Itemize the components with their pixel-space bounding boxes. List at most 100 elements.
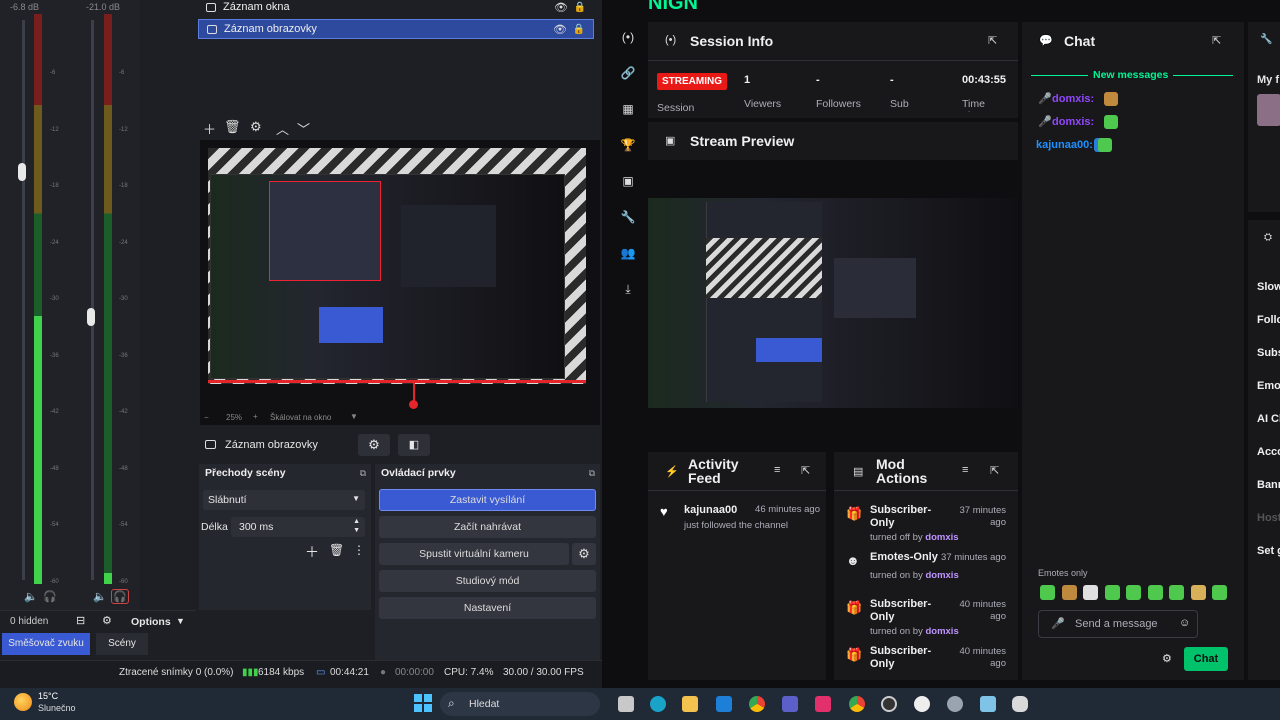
chevron-down-icon[interactable]: ▼ — [350, 412, 358, 421]
lock-icon[interactable]: 🔒 — [573, 24, 585, 35]
filter-icon[interactable]: ≡ — [962, 464, 968, 476]
add-source-icon[interactable]: ＋ — [203, 119, 216, 138]
taskbar-search[interactable]: ⌕ Hledat — [440, 692, 600, 716]
download-icon[interactable]: ⤓ — [620, 282, 636, 297]
mod-user[interactable]: domxis — [925, 626, 958, 637]
side-setting-label[interactable]: AI Cl — [1257, 413, 1280, 425]
display-icon[interactable] — [980, 696, 996, 712]
emote-icon[interactable] — [1190, 585, 1206, 600]
trophy-icon[interactable]: 🏆 — [620, 138, 636, 152]
emote-icon[interactable] — [1061, 585, 1077, 600]
transition-select[interactable]: Slábnutí ▼ — [203, 490, 365, 510]
edge-icon[interactable] — [650, 696, 666, 712]
speaker-icon[interactable]: 🔈 — [24, 590, 38, 603]
users-icon[interactable]: 👥 — [620, 246, 636, 260]
virtual-camera-gear-icon[interactable]: ⚙ — [572, 543, 596, 565]
popout-icon[interactable]: ⇱ — [801, 464, 810, 477]
zoom-out-icon[interactable]: − — [204, 413, 209, 422]
lock-icon[interactable]: 🔒 — [574, 2, 586, 13]
folder-icon[interactable] — [682, 696, 698, 712]
broadcast-icon[interactable]: (•) — [620, 30, 636, 44]
virtual-camera-button[interactable]: Spustit virtuální kameru — [379, 543, 569, 565]
eye-icon[interactable]: 👁 — [553, 23, 567, 36]
instagram-icon[interactable] — [815, 696, 831, 712]
spin-down-icon[interactable]: ▼ — [353, 527, 360, 534]
options-menu[interactable]: Options — [131, 616, 171, 628]
filters-icon[interactable]: ◧ — [398, 434, 430, 456]
zoom-in-icon[interactable]: + — [253, 412, 258, 421]
emote-icon[interactable] — [1169, 585, 1184, 600]
start-icon[interactable] — [414, 694, 432, 712]
studio-mode-button[interactable]: Studiový mód — [379, 570, 596, 592]
trash-icon[interactable]: 🗑 — [329, 543, 344, 557]
fader-thumb-left[interactable] — [18, 163, 26, 181]
spin-up-icon[interactable]: ▲ — [353, 518, 360, 525]
activity-user[interactable]: kajunaa00 — [684, 504, 737, 516]
duration-input[interactable]: 300 ms ▲ ▼ — [231, 517, 365, 537]
undock-icon[interactable]: ⧉ — [360, 468, 366, 479]
chat-username[interactable]: domxis: — [1052, 116, 1094, 128]
side-setting-label[interactable]: Follo — [1257, 314, 1280, 326]
settings-button[interactable]: Nastavení — [379, 597, 596, 619]
side-setting-label[interactable]: Bann — [1257, 479, 1280, 491]
link-icon[interactable]: 🔗 — [620, 66, 636, 80]
source-item[interactable]: Záznam okna 👁 🔒 — [198, 0, 594, 17]
more-icon[interactable]: ⋮ — [353, 543, 365, 557]
side-setting-label[interactable]: Emot — [1257, 380, 1280, 392]
chevron-down-icon[interactable]: ▼ — [176, 616, 185, 626]
emote-icon[interactable] — [1126, 585, 1141, 600]
emoji-icon[interactable]: ☺ — [1179, 617, 1190, 629]
trash-icon[interactable]: 🗑 — [224, 119, 241, 135]
chevron-up-icon[interactable]: ︿ — [276, 119, 289, 138]
send-chat-button[interactable]: Chat — [1184, 647, 1228, 671]
tab-scenes[interactable]: Scény — [96, 633, 148, 655]
properties-gear-icon[interactable]: ⚙ — [358, 434, 390, 456]
filter-icon[interactable]: ≡ — [774, 464, 780, 476]
monitor-off-icon[interactable]: 🎧 — [111, 589, 129, 604]
emote-icon[interactable] — [1083, 585, 1098, 600]
undock-icon[interactable]: ⧉ — [589, 468, 595, 479]
speaker-icon[interactable]: 🔈 — [93, 590, 107, 603]
source-item-selected[interactable]: Záznam obrazovky 👁 🔒 — [198, 19, 594, 39]
popout-icon[interactable]: ⇱ — [1212, 34, 1221, 47]
add-transition-icon[interactable]: ＋ — [305, 542, 319, 562]
chevron-down-icon[interactable]: ﹀ — [297, 119, 310, 138]
emote-icon[interactable] — [1040, 585, 1055, 600]
headphones-icon[interactable]: 🎧 — [43, 590, 57, 603]
app-icon[interactable] — [1012, 696, 1028, 712]
chat-settings-gear-icon[interactable]: ⚙ — [1162, 652, 1172, 665]
mail-icon[interactable] — [716, 696, 732, 712]
gear-icon[interactable]: ⚙ — [250, 119, 262, 135]
task-view-icon[interactable] — [618, 696, 634, 712]
stream-preview-video[interactable] — [648, 198, 1018, 408]
side-setting-label[interactable]: Set g — [1257, 545, 1280, 557]
obs-preview[interactable]: − 25% + Škálovat na okno ▼ — [200, 140, 600, 425]
side-setting-label[interactable]: Slow — [1257, 281, 1280, 293]
obs-icon[interactable] — [881, 696, 897, 712]
gear-icon[interactable]: ⚙ — [102, 614, 112, 627]
side-setting-label[interactable]: Acco — [1257, 446, 1280, 458]
fader-thumb-right[interactable] — [87, 308, 95, 326]
scale-label[interactable]: Škálovat na okno — [270, 413, 331, 422]
chat-username[interactable]: domxis: — [1052, 93, 1094, 105]
eye-icon[interactable]: 👁 — [554, 1, 568, 14]
mod-user[interactable]: domxis — [925, 570, 958, 581]
tab-audio-mixer[interactable]: Směšovač zvuku — [2, 633, 90, 655]
side-setting-label[interactable]: Subs — [1257, 347, 1280, 359]
emote-icon[interactable] — [1104, 585, 1120, 600]
weather-temp[interactable]: 15°C — [38, 691, 58, 701]
popout-icon[interactable]: ⇱ — [990, 464, 999, 477]
mod-user[interactable]: domxis — [925, 532, 958, 543]
chat-username[interactable]: kajunaa00: — [1036, 139, 1093, 151]
weather-desc[interactable]: Slunečno — [38, 703, 76, 713]
chat-input[interactable]: 🎤 Send a message ☺ — [1038, 610, 1198, 638]
start-recording-button[interactable]: Začít nahrávat — [379, 516, 596, 538]
emote-icon[interactable] — [1147, 585, 1163, 600]
teams-icon[interactable] — [782, 696, 798, 712]
popout-icon[interactable]: ⇱ — [988, 34, 997, 47]
layout-icon[interactable]: ⊟ — [76, 614, 85, 627]
chrome-icon[interactable] — [849, 696, 865, 712]
chart-icon[interactable]: ▦ — [620, 102, 636, 116]
wrench-icon[interactable]: 🔧 — [620, 210, 636, 224]
obs-icon[interactable] — [914, 696, 930, 712]
